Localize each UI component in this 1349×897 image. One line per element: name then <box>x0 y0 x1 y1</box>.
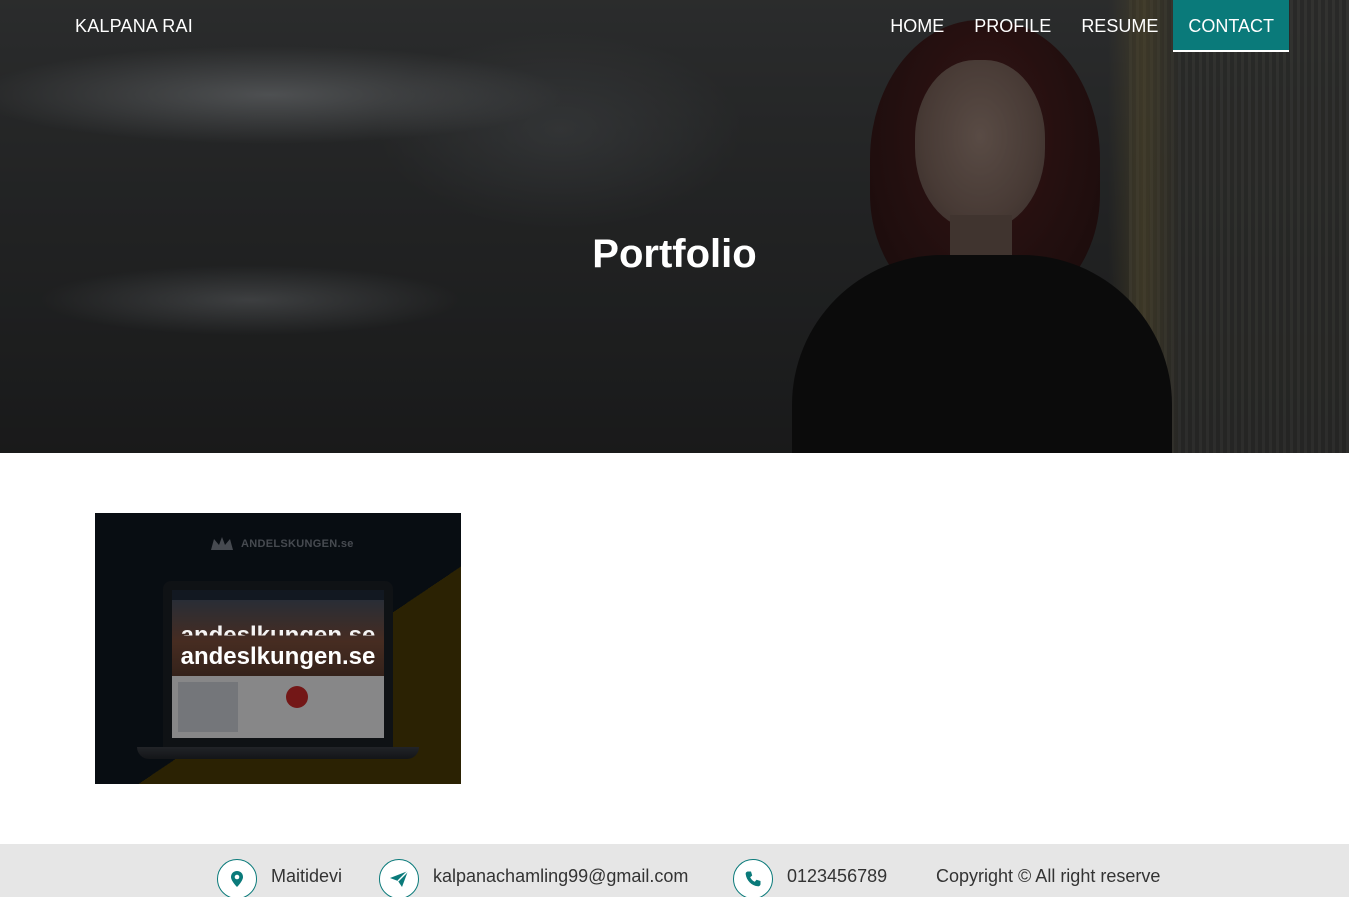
phone-icon <box>733 859 773 897</box>
paper-plane-icon <box>379 859 419 897</box>
portfolio-card[interactable]: ANDELSKUNGEN.se andeslkungen.se andeslku… <box>95 513 461 784</box>
footer-location: Maitidevi <box>271 866 343 886</box>
footer: Maitidevi kalpanachamling99@gmail.com 01… <box>0 844 1349 897</box>
page-title: Portfolio <box>592 232 757 276</box>
main-nav: HOME PROFILE RESUME CONTACT <box>875 0 1289 52</box>
brand-logo[interactable]: KALPANA RAI <box>75 14 193 38</box>
nav-item-contact[interactable]: CONTACT <box>1173 0 1289 52</box>
hero-overlay <box>0 0 1349 453</box>
footer-email-link[interactable]: kalpanachamling99@gmail.com <box>433 864 688 888</box>
card-title: andeslkungen.se <box>180 643 376 670</box>
footer-copyright: Copyright © All right reserve <box>936 866 1161 886</box>
hero-section: KALPANA RAI HOME PROFILE RESUME CONTACT … <box>0 0 1349 453</box>
map-marker-icon <box>217 859 257 897</box>
nav-item-profile[interactable]: PROFILE <box>959 0 1066 52</box>
footer-phone-link[interactable]: 0123456789 <box>787 864 887 888</box>
nav-item-home[interactable]: HOME <box>875 0 959 52</box>
nav-item-resume[interactable]: RESUME <box>1066 0 1173 52</box>
